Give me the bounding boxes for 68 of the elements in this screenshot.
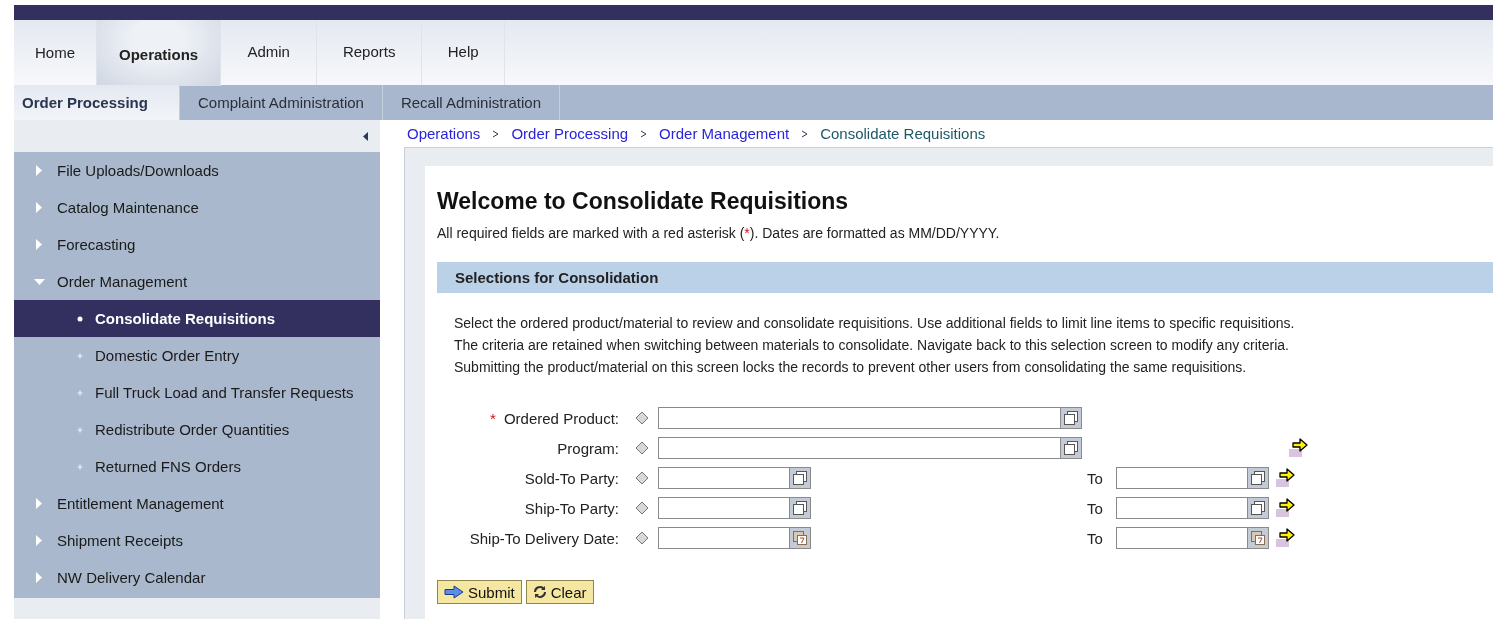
input-field[interactable] xyxy=(1116,527,1269,549)
plus-icon xyxy=(77,352,83,359)
diamond-icon[interactable] xyxy=(635,471,649,485)
sidebar-item[interactable]: Consolidate Requisitions xyxy=(14,300,380,337)
required-fields-note: All required fields are marked with a red asterisk (*). Dates are formatted as MM/DD/YYYY. xyxy=(437,225,1001,241)
chevron-icon xyxy=(801,129,809,138)
input-field[interactable] xyxy=(658,527,811,549)
input-field[interactable] xyxy=(658,467,811,489)
required-asterisk-icon: * xyxy=(490,409,496,427)
field-label: Sold-To Party: xyxy=(524,469,619,487)
arrow-icon xyxy=(444,585,464,599)
breadcrumb-link[interactable]: Order Management xyxy=(659,125,790,142)
sidebar-item[interactable]: Catalog Maintenance xyxy=(14,189,380,226)
diamond-icon[interactable] xyxy=(635,501,649,515)
value-help-icon[interactable] xyxy=(792,470,808,486)
field-label: Program: xyxy=(557,439,619,457)
plus-icon xyxy=(77,426,83,433)
sidebar-item[interactable]: NW Delivery Calendar xyxy=(14,559,380,596)
calendar-icon[interactable] xyxy=(1250,530,1266,546)
bullet-icon xyxy=(77,315,83,322)
sub-tab[interactable]: Recall Administration xyxy=(382,85,560,120)
value-help-icon[interactable] xyxy=(1063,410,1079,426)
sidebar-item[interactable]: Shipment Receipts xyxy=(14,522,380,559)
value-help-icon[interactable] xyxy=(1250,500,1266,516)
sub-tab[interactable]: Order Processing xyxy=(14,85,180,120)
diamond-icon[interactable] xyxy=(635,411,649,425)
sidebar-item[interactable]: Domestic Order Entry xyxy=(14,337,380,374)
breadcrumb-current: Consolidate Requisitions xyxy=(820,125,986,142)
sidebar-item[interactable]: File Uploads/Downloads xyxy=(14,152,380,189)
value-help-icon[interactable] xyxy=(792,500,808,516)
input-field[interactable] xyxy=(658,497,811,519)
plus-icon xyxy=(77,389,83,396)
sidebar-item[interactable]: Forecasting xyxy=(14,226,380,263)
sidebar-item[interactable]: Full Truck Load and Transfer Requests xyxy=(14,374,380,411)
value-help-icon[interactable] xyxy=(1250,470,1266,486)
input-field[interactable] xyxy=(658,407,1082,429)
to-label: To xyxy=(1087,529,1104,547)
collapse-icon[interactable] xyxy=(363,131,368,141)
input-field[interactable] xyxy=(1116,497,1269,519)
sidebar-item[interactable]: Entitlement Management xyxy=(14,485,380,522)
breadcrumb-link[interactable]: Operations xyxy=(407,125,481,142)
description-text: Select the ordered product/material to review and consolidate requisitions. Use additional fields to limit line items to specific requisitions. xyxy=(454,314,1296,333)
sidebar-item[interactable]: Returned FNS Orders xyxy=(14,448,380,485)
value-help-icon[interactable] xyxy=(1063,440,1079,456)
description-text: Submitting the product/material on this screen locks the records to prevent other users from consolidating the same requisitions. xyxy=(454,358,1248,377)
page-title: Welcome to Consolidate Requisitions xyxy=(437,188,850,215)
diamond-icon[interactable] xyxy=(635,441,649,455)
calendar-icon[interactable] xyxy=(792,530,808,546)
field-label: Ship-To Delivery Date: xyxy=(469,529,619,547)
sidebar-item[interactable]: Redistribute Order Quantities xyxy=(14,411,380,448)
to-label: To xyxy=(1087,499,1104,517)
section-title: Selections for Consolidation xyxy=(455,269,659,286)
chevron-icon xyxy=(492,129,500,138)
plus-icon xyxy=(77,463,83,470)
breadcrumb-link[interactable]: Order Processing xyxy=(511,125,629,142)
input-field[interactable] xyxy=(1116,467,1269,489)
diamond-icon[interactable] xyxy=(635,531,649,545)
field-label: Ship-To Party: xyxy=(524,499,619,517)
description-text: The criteria are retained when switching between materials to consolidate. Navigate back to this selection screen to modify any criteria. xyxy=(454,336,1290,355)
field-label: Ordered Product: xyxy=(503,409,619,427)
clear-button[interactable]: Clear xyxy=(525,580,594,604)
sidebar-item[interactable]: Order Management xyxy=(14,263,380,300)
to-label: To xyxy=(1087,469,1104,487)
input-field[interactable] xyxy=(658,437,1082,459)
refresh-icon xyxy=(532,585,547,599)
chevron-icon xyxy=(640,129,648,138)
submit-button[interactable]: Submit xyxy=(437,580,522,604)
main-tab[interactable]: Operations xyxy=(97,20,222,86)
